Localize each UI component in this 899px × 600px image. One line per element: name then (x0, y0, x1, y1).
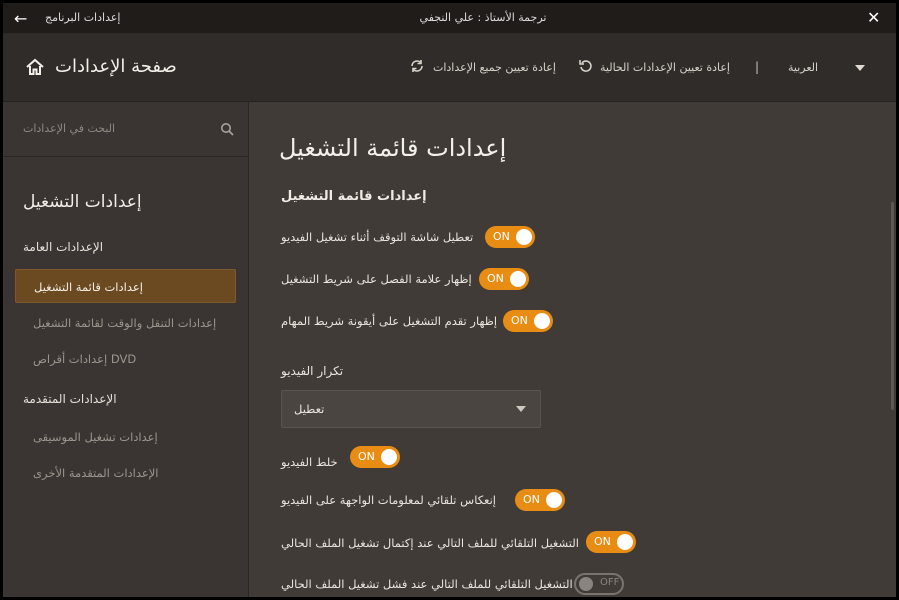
sidebar-item-playlist[interactable]: إعدادات قائمة التشغيل (15, 269, 236, 303)
chevron-down-icon[interactable] (855, 65, 865, 71)
setting-label-chapter-mark: إظهار علامة الفصل على شريط التشغيل (281, 272, 472, 286)
sidebar-item-other-advanced[interactable]: الإعدادات المتقدمة الأخرى (15, 456, 236, 490)
toggle-knob (381, 449, 397, 465)
back-arrow-icon[interactable]: ← (14, 9, 27, 28)
toggle-autoplay-fail[interactable]: OFF (574, 573, 624, 595)
sidebar-item-music[interactable]: إعدادات تشغيل الموسيقى (15, 420, 236, 454)
toggle-state: ON (358, 450, 375, 463)
header-bar: صفحة الإعدادات إعادة تعيين جميع الإعدادا… (3, 34, 896, 102)
reset-icon[interactable] (578, 58, 594, 74)
sidebar-item-dvd[interactable]: إعدادات أقراص DVD (15, 342, 236, 376)
toggle-knob (534, 313, 550, 329)
header-separator: | (755, 60, 760, 74)
toggle-state: ON (523, 493, 540, 506)
chevron-down-icon (516, 406, 526, 412)
close-icon[interactable]: ✕ (867, 8, 880, 27)
toggle-autoplay-complete[interactable]: ON (586, 531, 636, 553)
sidebar-group-advanced: الإعدادات المتقدمة (23, 392, 117, 406)
toggle-taskbar-progress[interactable]: ON (503, 310, 553, 332)
sidebar-heading: إعدادات التشغيل (23, 192, 142, 212)
toggle-shuffle[interactable]: ON (350, 446, 400, 468)
home-icon (26, 58, 44, 75)
toggle-auto-flip[interactable]: ON (515, 489, 565, 511)
toggle-knob (546, 492, 562, 508)
toggle-knob (579, 577, 593, 591)
reset-all-button[interactable]: إعادة تعيين جميع الإعدادات (433, 61, 556, 74)
page-title: صفحة الإعدادات (55, 56, 177, 77)
toggle-chapter-mark[interactable]: ON (479, 268, 529, 290)
refresh-all-icon[interactable] (409, 58, 425, 74)
toggle-state: OFF (600, 577, 620, 588)
toggle-knob (516, 229, 532, 245)
search-placeholder: البحث في الإعدادات (23, 122, 116, 135)
window-title: ترجمة الأستاذ : علي النجفي (419, 11, 547, 24)
setting-label-taskbar-progress: إظهار تقدم التشغيل على أيقونة شريط المها… (281, 314, 498, 328)
toggle-screensaver[interactable]: ON (485, 226, 535, 248)
setting-label-screensaver: تعطيل شاشة التوقف أثناء تشغيل الفيديو (281, 230, 474, 244)
home-button[interactable] (25, 56, 45, 77)
setting-label-shuffle: خلط الفيديو (281, 455, 338, 469)
settings-window: ← إعدادات البرنامج ترجمة الأستاذ : علي ا… (3, 3, 896, 597)
language-select[interactable]: العربية (788, 61, 818, 74)
repeat-value: تعطيل (294, 402, 325, 416)
setting-label-autoplay-fail: التشغيل التلقائي للملف التالي عند فشل تش… (281, 577, 573, 591)
toggle-knob (510, 271, 526, 287)
toggle-knob (617, 534, 633, 550)
toggle-state: ON (487, 272, 504, 285)
main-title: إعدادات قائمة التشغيل (279, 134, 507, 162)
app-title: إعدادات البرنامج (45, 11, 121, 24)
repeat-select[interactable]: تعطيل (281, 390, 541, 428)
section-title: إعدادات قائمة التشغيل (281, 189, 427, 204)
sidebar-item-navigation-time[interactable]: إعدادات التنقل والوقت لقائمة التشغيل (15, 306, 236, 340)
toggle-state: ON (594, 535, 611, 548)
setting-label-autoplay-complete: التشغيل التلقائي للملف التالي عند إكتمال… (281, 536, 579, 550)
sidebar-group-general: الإعدادات العامة (23, 240, 104, 254)
sidebar: البحث في الإعدادات إعدادات التشغيل الإعد… (3, 102, 249, 597)
setting-label-auto-flip: إنعكاس تلقائي لمعلومات الواجهة على الفيد… (281, 493, 496, 507)
repeat-label: تكرار الفيديو (281, 364, 344, 378)
scrollbar[interactable] (891, 202, 894, 410)
reset-current-button[interactable]: إعادة تعيين الإعدادات الحالية (600, 61, 730, 74)
search-icon (221, 123, 234, 136)
title-bar: ← إعدادات البرنامج ترجمة الأستاذ : علي ا… (3, 3, 896, 34)
search-input[interactable]: البحث في الإعدادات (3, 102, 248, 157)
toggle-state: ON (493, 230, 510, 243)
main-panel: إعدادات قائمة التشغيل إعدادات قائمة التش… (249, 102, 896, 597)
toggle-state: ON (511, 314, 528, 327)
